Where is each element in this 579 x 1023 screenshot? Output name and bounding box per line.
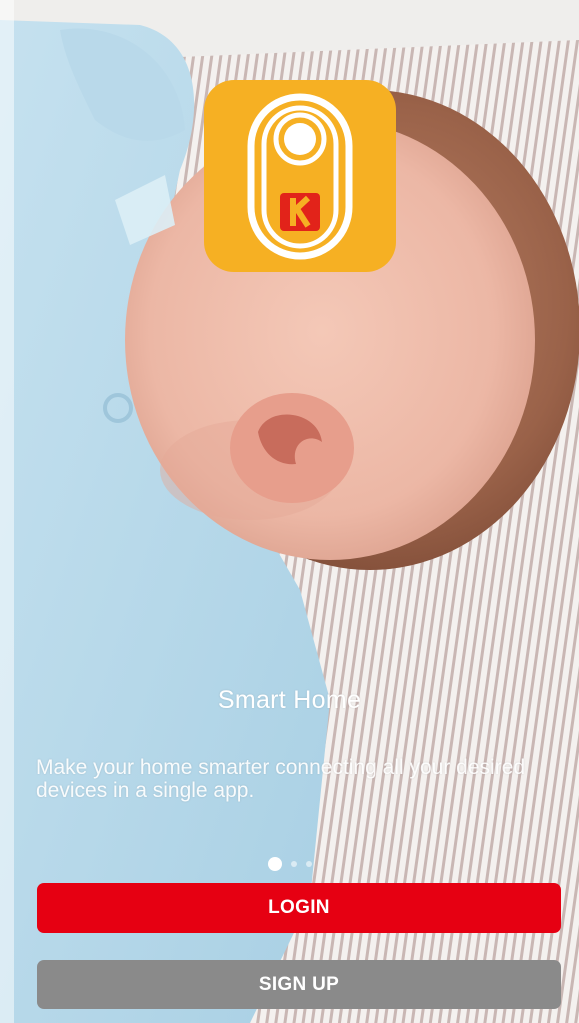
slide-description: Make your home smarter connecting all yo… <box>36 756 526 802</box>
sign-up-button[interactable]: SIGN UP <box>37 960 561 1009</box>
carousel-dot[interactable] <box>305 861 312 867</box>
slide-title: Smart Home <box>217 686 362 714</box>
onboarding-screen: Smart Home Make your home smarter connec… <box>0 0 579 1023</box>
carousel-indicator <box>0 856 579 872</box>
carousel-dot[interactable] <box>290 861 297 867</box>
login-button[interactable]: LOGIN <box>37 883 561 933</box>
kodak-app-icon <box>204 80 396 272</box>
carousel-dot-active[interactable] <box>267 857 282 871</box>
